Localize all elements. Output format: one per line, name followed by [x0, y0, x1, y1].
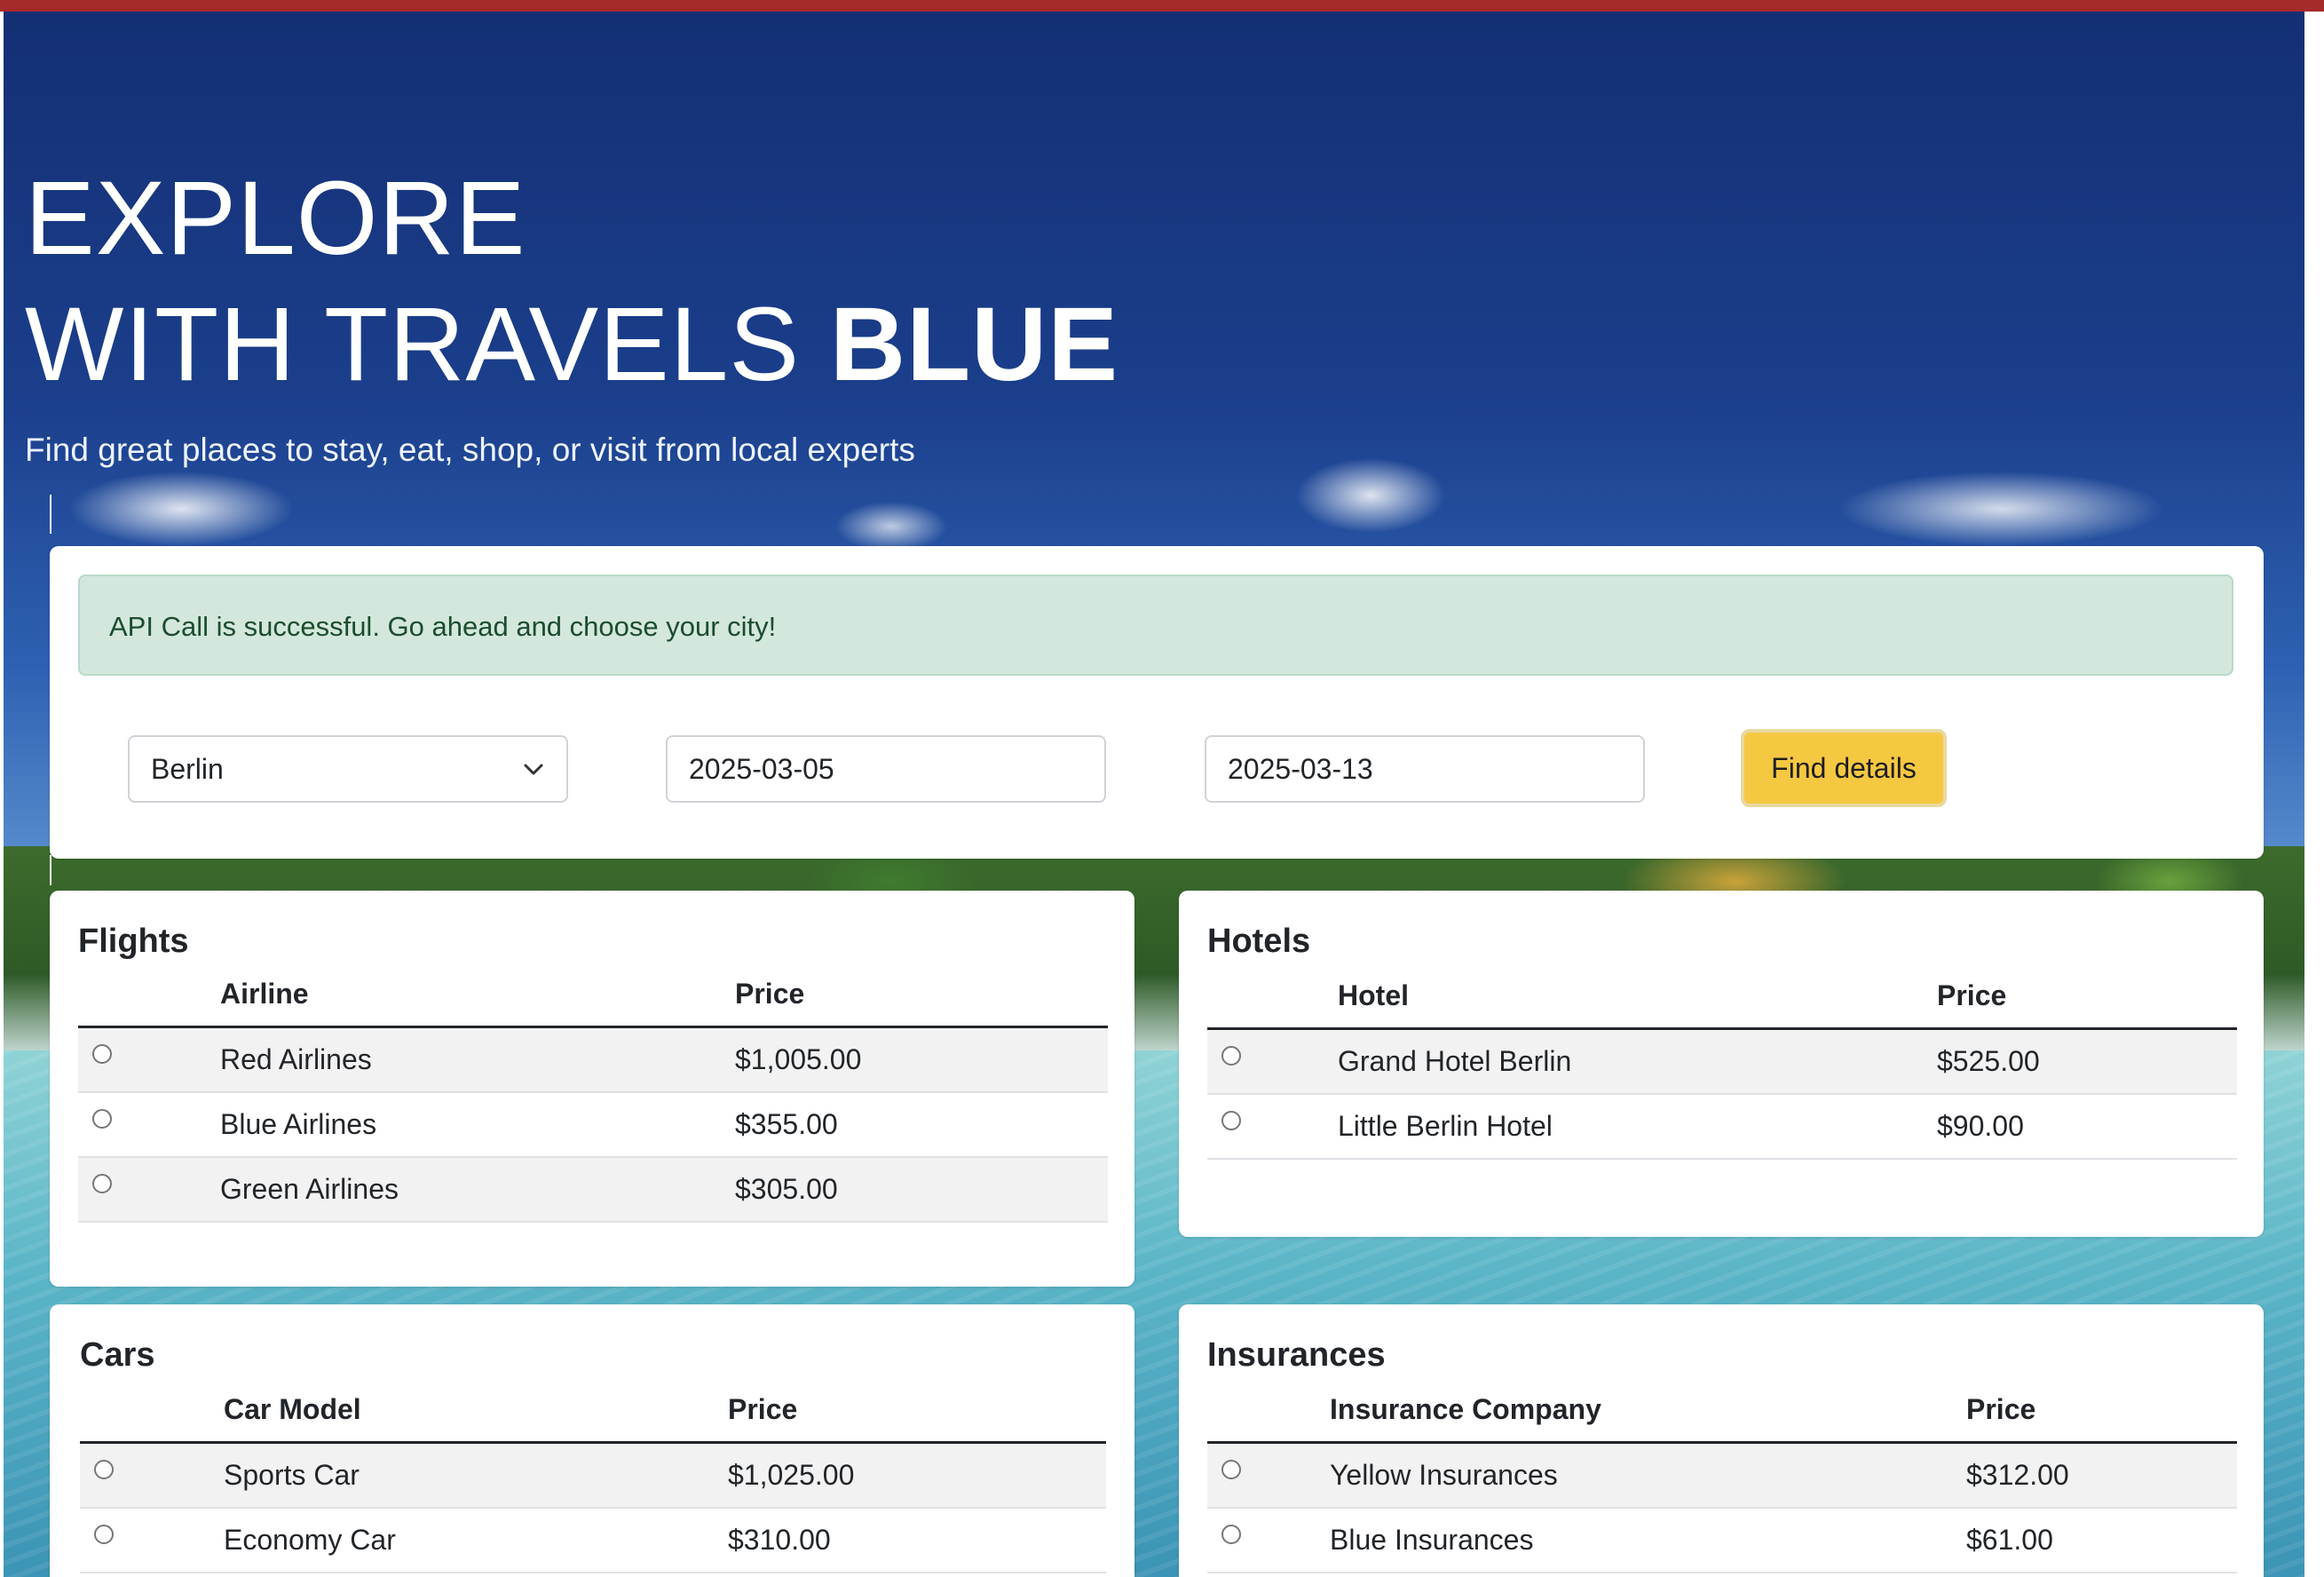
table-header-row: Hotel Price	[1207, 963, 2237, 1030]
divider-line	[50, 495, 51, 534]
hotel-name: Grand Hotel Berlin	[1338, 1028, 1937, 1095]
car-radio[interactable]	[94, 1460, 114, 1479]
top-accent-bar	[0, 0, 2324, 12]
flight-price: $305.00	[735, 1157, 1108, 1223]
success-alert: API Call is successful. Go ahead and cho…	[78, 575, 2233, 676]
car-model: Economy Car	[224, 1508, 728, 1573]
flight-radio[interactable]	[92, 1109, 112, 1129]
hero-title-line2: WITH TRAVELS BLUE	[25, 287, 1119, 402]
insurance-company-column-header: Insurance Company	[1330, 1377, 1966, 1444]
insurances-panel: Insurances Insurance Company Price Yello…	[1179, 1304, 2264, 1577]
price-column-header: Price	[1966, 1377, 2237, 1444]
price-column-header: Price	[728, 1377, 1106, 1444]
table-row[interactable]: Sports Car $1,025.00	[80, 1442, 1106, 1509]
hotels-title: Hotels	[1207, 923, 1311, 960]
start-date-value: 2025-03-05	[689, 753, 834, 785]
end-date-input[interactable]: 2025-03-13	[1205, 735, 1645, 803]
table-row[interactable]: Blue Airlines $355.00	[78, 1092, 1108, 1158]
car-radio[interactable]	[94, 1525, 114, 1544]
cars-title: Cars	[80, 1336, 155, 1374]
table-row[interactable]: Red Airlines $1,005.00	[78, 1026, 1108, 1093]
airline-column-header: Airline	[220, 962, 735, 1028]
table-header-row: Airline Price	[78, 962, 1108, 1028]
start-date-input[interactable]: 2025-03-05	[666, 735, 1106, 803]
flight-radio[interactable]	[92, 1174, 112, 1193]
divider-line	[50, 855, 51, 885]
table-row[interactable]: Little Berlin Hotel $90.00	[1207, 1094, 2237, 1160]
select-column-header	[80, 1377, 224, 1444]
hotel-price: $525.00	[1937, 1028, 2237, 1095]
hotel-radio[interactable]	[1221, 1046, 1241, 1066]
cars-table: Car Model Price Sports Car $1,025.00 Eco…	[80, 1377, 1106, 1573]
table-header-row: Car Model Price	[80, 1377, 1106, 1444]
find-details-button[interactable]: Find details	[1741, 729, 1947, 807]
hotel-price: $90.00	[1937, 1094, 2237, 1160]
select-column-header	[78, 962, 220, 1028]
hero-title-light: WITH TRAVELS	[25, 286, 830, 403]
table-row[interactable]: Yellow Insurances $312.00	[1207, 1442, 2237, 1509]
hero-title-line1: EXPLORE	[25, 160, 526, 277]
insurance-price: $312.00	[1966, 1442, 2237, 1509]
car-price: $1,025.00	[728, 1442, 1106, 1509]
hotels-panel: Hotels Hotel Price Grand Hotel Berlin $5…	[1179, 891, 2264, 1237]
flight-radio[interactable]	[92, 1044, 112, 1064]
hotel-column-header: Hotel	[1338, 963, 1937, 1030]
table-row[interactable]: Blue Insurances $61.00	[1207, 1508, 2237, 1573]
airline-name: Red Airlines	[220, 1026, 735, 1093]
hotel-radio[interactable]	[1221, 1111, 1241, 1130]
car-model-column-header: Car Model	[224, 1377, 728, 1444]
flight-price: $355.00	[735, 1092, 1108, 1158]
city-select-value: Berlin	[151, 753, 224, 785]
chevron-down-icon	[522, 737, 545, 825]
city-select[interactable]: Berlin	[128, 735, 568, 803]
table-row[interactable]: Grand Hotel Berlin $525.00	[1207, 1028, 2237, 1095]
hero-title-bold: BLUE	[829, 286, 1119, 403]
hero-background: EXPLORE WITH TRAVELS BLUE Find great pla…	[4, 12, 2304, 1577]
hotels-table: Hotel Price Grand Hotel Berlin $525.00 L…	[1207, 963, 2237, 1160]
insurance-company: Blue Insurances	[1330, 1508, 1966, 1573]
flights-title: Flights	[78, 923, 189, 960]
insurances-title: Insurances	[1207, 1336, 1386, 1374]
select-column-header	[1207, 963, 1338, 1030]
end-date-value: 2025-03-13	[1228, 753, 1373, 785]
insurance-company: Yellow Insurances	[1330, 1442, 1966, 1509]
table-header-row: Insurance Company Price	[1207, 1377, 2237, 1444]
search-card: API Call is successful. Go ahead and cho…	[50, 546, 2264, 859]
car-price: $310.00	[728, 1508, 1106, 1573]
table-row[interactable]: Economy Car $310.00	[80, 1508, 1106, 1573]
select-column-header	[1207, 1377, 1330, 1444]
hotel-name: Little Berlin Hotel	[1338, 1094, 1937, 1160]
price-column-header: Price	[1937, 963, 2237, 1030]
insurance-price: $61.00	[1966, 1508, 2237, 1573]
airline-name: Blue Airlines	[220, 1092, 735, 1158]
insurance-radio[interactable]	[1221, 1525, 1241, 1544]
cars-panel: Cars Car Model Price Sports Car $1,025.0…	[50, 1304, 1134, 1577]
flight-price: $1,005.00	[735, 1026, 1108, 1093]
table-row[interactable]: Green Airlines $305.00	[78, 1157, 1108, 1223]
insurances-table: Insurance Company Price Yellow Insurance…	[1207, 1377, 2237, 1573]
flights-panel: Flights Airline Price Red Airlines $1,00…	[50, 891, 1134, 1287]
car-model: Sports Car	[224, 1442, 728, 1509]
flights-table: Airline Price Red Airlines $1,005.00 Blu…	[78, 962, 1108, 1223]
hero-subtitle: Find great places to stay, eat, shop, or…	[25, 432, 915, 468]
airline-name: Green Airlines	[220, 1157, 735, 1223]
insurance-radio[interactable]	[1221, 1460, 1241, 1479]
price-column-header: Price	[735, 962, 1108, 1028]
